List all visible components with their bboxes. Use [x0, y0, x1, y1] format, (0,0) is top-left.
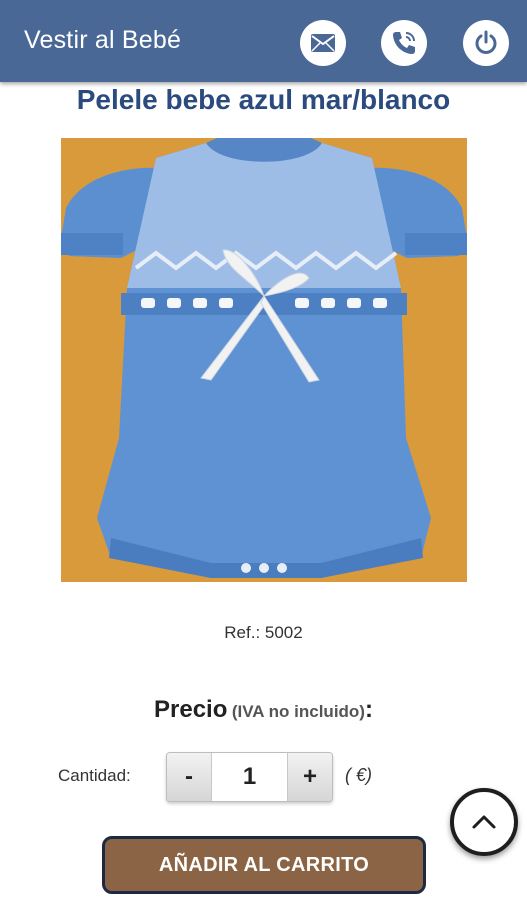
currency-label: ( €) [345, 765, 372, 785]
product-reference: Ref.: 5002 [224, 623, 303, 642]
chevron-up-icon [472, 815, 496, 829]
power-icon [475, 30, 497, 54]
email-button[interactable] [300, 20, 346, 66]
quantity-stepper: - 1 + [166, 752, 333, 802]
scroll-to-top-button[interactable] [450, 788, 518, 856]
quantity-input[interactable]: 1 [211, 753, 288, 801]
price-line: Precio (IVA no incluido): [0, 696, 527, 724]
phone-button[interactable] [381, 20, 427, 66]
quantity-label: Cantidad: [58, 766, 131, 785]
envelope-icon [311, 34, 335, 52]
decrease-button[interactable]: - [167, 753, 211, 801]
product-title: Pelele bebe azul mar/blanco [76, 84, 451, 115]
top-bar: Vestir al Bebé [0, 0, 527, 82]
increase-button[interactable]: + [288, 753, 332, 801]
product-image[interactable] [61, 138, 467, 582]
power-button[interactable] [463, 20, 509, 66]
price-tax-note: (IVA no incluido) [231, 702, 365, 721]
add-to-cart-button[interactable]: AÑADIR AL CARRITO [102, 836, 426, 894]
price-colon: : [364, 696, 373, 723]
phone-icon [393, 32, 415, 54]
app-title: Vestir al Bebé [24, 26, 182, 54]
price-label: Precio [154, 696, 228, 723]
romper-illustration [61, 138, 467, 582]
